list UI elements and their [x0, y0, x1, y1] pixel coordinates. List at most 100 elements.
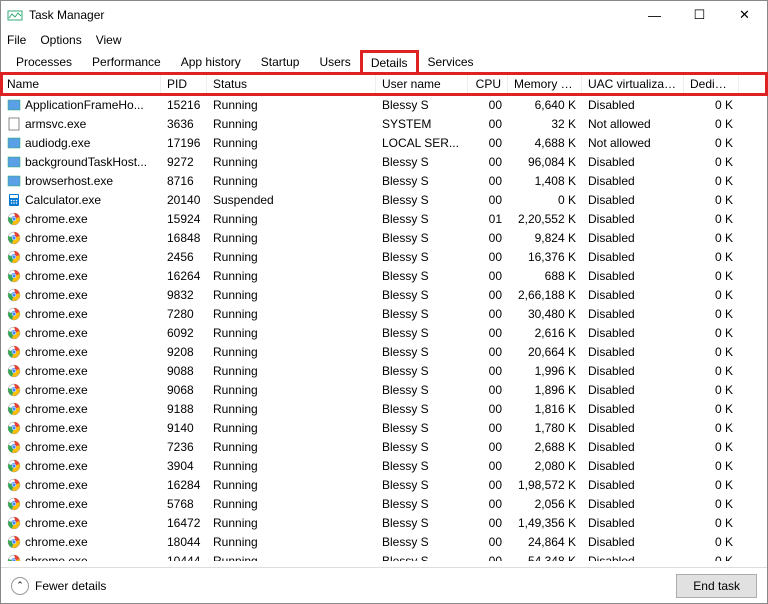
table-row[interactable]: chrome.exe9088RunningBlessy S001,996 KDi… — [1, 361, 767, 380]
table-row[interactable]: browserhost.exe8716RunningBlessy S001,40… — [1, 171, 767, 190]
table-row[interactable]: armsvc.exe3636RunningSYSTEM0032 KNot all… — [1, 114, 767, 133]
table-row[interactable]: chrome.exe16472RunningBlessy S001,49,356… — [1, 513, 767, 532]
table-row[interactable]: Calculator.exe20140SuspendedBlessy S000 … — [1, 190, 767, 209]
cell-name: chrome.exe — [1, 534, 161, 550]
table-row[interactable]: chrome.exe10444RunningBlessy S0054,348 K… — [1, 551, 767, 561]
table-row[interactable]: chrome.exe9208RunningBlessy S0020,664 KD… — [1, 342, 767, 361]
cell-pid: 9272 — [161, 154, 207, 170]
cell-name: chrome.exe — [1, 515, 161, 531]
cell-status: Running — [207, 477, 376, 493]
process-icon — [7, 402, 21, 416]
cell-cpu: 00 — [468, 439, 508, 455]
cell-user: Blessy S — [376, 477, 468, 493]
col-dedicated[interactable]: Dedicated ... — [684, 74, 739, 94]
cell-status: Running — [207, 173, 376, 189]
menu-view[interactable]: View — [96, 33, 122, 47]
cell-cpu: 00 — [468, 230, 508, 246]
cell-name: chrome.exe — [1, 382, 161, 398]
process-icon — [7, 516, 21, 530]
tab-services[interactable]: Services — [419, 51, 483, 72]
cell-ded: 0 K — [684, 249, 739, 265]
tab-app-history[interactable]: App history — [172, 51, 250, 72]
process-icon — [7, 535, 21, 549]
cell-uac: Not allowed — [582, 135, 684, 151]
table-row[interactable]: chrome.exe2456RunningBlessy S0016,376 KD… — [1, 247, 767, 266]
table-row[interactable]: audiodg.exe17196RunningLOCAL SER...004,6… — [1, 133, 767, 152]
cell-name: chrome.exe — [1, 553, 161, 562]
tab-details[interactable]: Details — [362, 52, 417, 73]
table-row[interactable]: chrome.exe7236RunningBlessy S002,688 KDi… — [1, 437, 767, 456]
table-row[interactable]: chrome.exe3904RunningBlessy S002,080 KDi… — [1, 456, 767, 475]
fewer-details-button[interactable]: ⌃ Fewer details — [11, 577, 106, 595]
cell-user: Blessy S — [376, 325, 468, 341]
cell-pid: 2456 — [161, 249, 207, 265]
tab-performance[interactable]: Performance — [83, 51, 170, 72]
cell-name: chrome.exe — [1, 439, 161, 455]
cell-pid: 8716 — [161, 173, 207, 189]
cell-mem: 4,688 K — [508, 135, 582, 151]
table-row[interactable]: chrome.exe9832RunningBlessy S002,66,188 … — [1, 285, 767, 304]
table-row[interactable]: ApplicationFrameHo...15216RunningBlessy … — [1, 95, 767, 114]
titlebar[interactable]: Task Manager — ☐ ✕ — [1, 1, 767, 29]
tab-processes[interactable]: Processes — [7, 51, 81, 72]
tab-startup[interactable]: Startup — [252, 51, 309, 72]
minimize-button[interactable]: — — [632, 1, 677, 29]
table-row[interactable]: chrome.exe9068RunningBlessy S001,896 KDi… — [1, 380, 767, 399]
cell-pid: 9088 — [161, 363, 207, 379]
cell-pid: 9188 — [161, 401, 207, 417]
table-row[interactable]: chrome.exe16848RunningBlessy S009,824 KD… — [1, 228, 767, 247]
table-row[interactable]: chrome.exe5768RunningBlessy S002,056 KDi… — [1, 494, 767, 513]
table-row[interactable]: chrome.exe16264RunningBlessy S00688 KDis… — [1, 266, 767, 285]
table-row[interactable]: chrome.exe16284RunningBlessy S001,98,572… — [1, 475, 767, 494]
cell-uac: Disabled — [582, 325, 684, 341]
cell-ded: 0 K — [684, 287, 739, 303]
table-row[interactable]: chrome.exe6092RunningBlessy S002,616 KDi… — [1, 323, 767, 342]
cell-status: Running — [207, 496, 376, 512]
close-button[interactable]: ✕ — [722, 1, 767, 29]
cell-user: Blessy S — [376, 192, 468, 208]
cell-ded: 0 K — [684, 325, 739, 341]
table-row[interactable]: chrome.exe18044RunningBlessy S0024,864 K… — [1, 532, 767, 551]
cell-status: Running — [207, 458, 376, 474]
cell-status: Running — [207, 230, 376, 246]
cell-status: Running — [207, 154, 376, 170]
cell-name: chrome.exe — [1, 344, 161, 360]
cell-uac: Disabled — [582, 211, 684, 227]
menu-file[interactable]: File — [7, 33, 26, 47]
tabs: Processes Performance App history Startu… — [1, 51, 767, 73]
cell-user: Blessy S — [376, 287, 468, 303]
cell-pid: 16848 — [161, 230, 207, 246]
cell-user: Blessy S — [376, 401, 468, 417]
menubar: File Options View — [1, 29, 767, 51]
tab-users[interactable]: Users — [310, 51, 359, 72]
maximize-button[interactable]: ☐ — [677, 1, 722, 29]
table-row[interactable]: chrome.exe9140RunningBlessy S001,780 KDi… — [1, 418, 767, 437]
cell-cpu: 00 — [468, 458, 508, 474]
cell-uac: Disabled — [582, 306, 684, 322]
cell-cpu: 00 — [468, 344, 508, 360]
end-task-button[interactable]: End task — [676, 574, 757, 598]
col-status[interactable]: Status — [207, 74, 376, 94]
cell-cpu: 00 — [468, 287, 508, 303]
cell-name: chrome.exe — [1, 458, 161, 474]
col-name[interactable]: Name — [1, 74, 161, 94]
table-row[interactable]: chrome.exe15924RunningBlessy S012,20,552… — [1, 209, 767, 228]
col-cpu[interactable]: CPU — [468, 74, 508, 94]
cell-mem: 20,664 K — [508, 344, 582, 360]
table-row[interactable]: backgroundTaskHost...9272RunningBlessy S… — [1, 152, 767, 171]
cell-name: chrome.exe — [1, 268, 161, 284]
cell-uac: Disabled — [582, 401, 684, 417]
menu-options[interactable]: Options — [40, 33, 81, 47]
process-table[interactable]: ApplicationFrameHo...15216RunningBlessy … — [1, 95, 767, 561]
cell-ded: 0 K — [684, 496, 739, 512]
table-row[interactable]: chrome.exe9188RunningBlessy S001,816 KDi… — [1, 399, 767, 418]
col-uac[interactable]: UAC virtualizati... — [582, 74, 684, 94]
cell-status: Running — [207, 135, 376, 151]
col-username[interactable]: User name — [376, 74, 468, 94]
process-icon — [7, 554, 21, 562]
col-memory[interactable]: Memory (ac... — [508, 74, 582, 94]
cell-mem: 2,20,552 K — [508, 211, 582, 227]
cell-uac: Disabled — [582, 249, 684, 265]
table-row[interactable]: chrome.exe7280RunningBlessy S0030,480 KD… — [1, 304, 767, 323]
col-pid[interactable]: PID — [161, 74, 207, 94]
